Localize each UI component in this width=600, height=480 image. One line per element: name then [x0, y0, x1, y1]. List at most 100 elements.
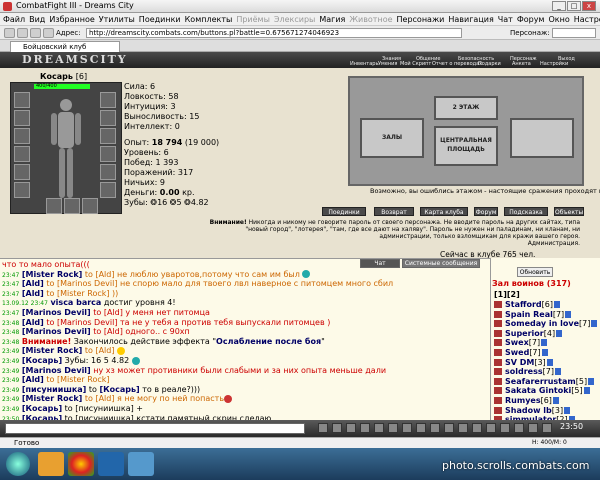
top-link-secondary[interactable]: Анкета	[512, 61, 531, 67]
player-name[interactable]: Swex	[505, 338, 529, 347]
game-button[interactable]: Объекты	[554, 207, 584, 216]
player-name[interactable]: Stafford	[505, 300, 542, 309]
map-room-right[interactable]	[510, 118, 574, 158]
info-icon[interactable]	[583, 387, 590, 395]
player-item[interactable]: Shadow lb[3]	[494, 406, 571, 415]
toolbar-icon[interactable]	[514, 423, 524, 433]
player-name[interactable]: Swed	[505, 348, 529, 357]
menu-item[interactable]: Настройки	[574, 15, 600, 24]
top-link-secondary[interactable]: Инвентарь	[350, 61, 378, 67]
character-name[interactable]: Косарь [6]	[40, 72, 87, 81]
player-name[interactable]: Shadow lb	[505, 406, 552, 415]
back-icon[interactable]	[4, 28, 15, 38]
toolbar-icon[interactable]	[444, 423, 454, 433]
menu-item[interactable]: Комплекты	[185, 15, 233, 24]
info-icon[interactable]	[554, 368, 561, 376]
minimize-button[interactable]: _	[552, 1, 566, 11]
equipment-slot[interactable]	[14, 128, 30, 144]
menu-item[interactable]: Персонажи	[397, 15, 445, 24]
player-item[interactable]: Someday in love[7]	[494, 319, 598, 328]
taskbar-chrome-icon[interactable]	[68, 452, 94, 476]
toolbar-icon[interactable]	[528, 423, 538, 433]
equipment-slot[interactable]	[100, 92, 116, 108]
pages[interactable]: [1][2]	[494, 290, 520, 299]
player-item[interactable]: soldress[7]	[494, 367, 561, 376]
info-icon[interactable]	[552, 397, 559, 404]
player-item[interactable]: SV DM[3]	[494, 358, 553, 367]
toolbar-icon[interactable]	[318, 423, 328, 433]
equipment-slot[interactable]	[100, 164, 116, 180]
toolbar-icon[interactable]	[360, 423, 370, 433]
info-icon[interactable]	[553, 301, 560, 308]
equipment-slot[interactable]	[100, 182, 116, 198]
equipment-slot[interactable]	[14, 92, 30, 108]
map-room-central[interactable]: ЦЕНТРАЛЬНАЯ ПЛОЩАДЬ	[434, 126, 498, 166]
top-link-secondary[interactable]: Подарки	[478, 61, 501, 67]
menu-item[interactable]: Чат	[498, 15, 513, 24]
toolbar-icon[interactable]	[346, 423, 356, 433]
info-icon[interactable]	[556, 329, 563, 337]
player-item[interactable]: Seafarerrustam[5]	[494, 377, 595, 386]
info-icon[interactable]	[588, 377, 595, 385]
toolbar-icon[interactable]	[486, 423, 496, 433]
toolbar-icon[interactable]	[416, 423, 426, 433]
player-item[interactable]: Swed[7]	[494, 348, 548, 357]
menu-item[interactable]: Навигация	[448, 15, 493, 24]
player-item[interactable]: Stafford[6]	[494, 300, 560, 309]
player-name[interactable]: soldress	[505, 367, 543, 376]
menu-item[interactable]: Избранное	[49, 15, 94, 24]
player-name[interactable]: Superior	[505, 329, 544, 338]
player-item[interactable]: Swex[7]	[494, 338, 548, 347]
top-link-secondary[interactable]: Мой Скрипт	[400, 61, 431, 67]
close-button[interactable]: x	[582, 1, 596, 11]
home-icon[interactable]	[43, 28, 54, 38]
menu-item[interactable]: Форум	[517, 15, 545, 24]
start-button[interactable]	[6, 452, 30, 476]
equipment-slot[interactable]	[100, 128, 116, 144]
menu-item[interactable]: Магия	[319, 15, 345, 24]
equipment-slot[interactable]	[100, 146, 116, 162]
equipment-slot[interactable]	[14, 146, 30, 162]
taskbar-combats-icon[interactable]	[128, 452, 154, 476]
menu-item[interactable]: Элексиры	[274, 15, 315, 24]
taskbar-app-icon[interactable]	[98, 452, 124, 476]
forward-icon[interactable]	[17, 28, 28, 38]
game-button[interactable]: Возврат	[374, 207, 414, 216]
game-button[interactable]: Карта клуба	[420, 207, 468, 216]
info-icon[interactable]	[564, 406, 571, 414]
menu-item[interactable]: Файл	[3, 15, 25, 24]
player-name[interactable]: Someday in love	[505, 319, 579, 328]
equipment-slot[interactable]	[14, 110, 30, 126]
top-link-secondary[interactable]: Отчет о переводах	[432, 61, 482, 67]
toolbar-icon[interactable]	[458, 423, 468, 433]
player-name[interactable]: SV DM	[505, 358, 534, 367]
toolbar-icon[interactable]	[332, 423, 342, 433]
maximize-button[interactable]: □	[567, 1, 581, 11]
player-item[interactable]: Superior[4]	[494, 329, 563, 338]
equipment-slot[interactable]	[100, 110, 116, 126]
toolbar-icon[interactable]	[542, 423, 552, 433]
toolbar-icon[interactable]	[388, 423, 398, 433]
info-icon[interactable]	[591, 320, 598, 328]
map-room-2-floor[interactable]: 2 ЭТАЖ	[434, 96, 498, 120]
tab-chat[interactable]: Чат	[360, 259, 400, 268]
info-icon[interactable]	[565, 310, 572, 318]
game-button[interactable]: Форум	[474, 207, 498, 216]
player-name[interactable]: Spain Real	[505, 310, 553, 319]
player-name[interactable]: Sakata Gintoki	[505, 386, 571, 395]
top-link-secondary[interactable]: Настройки	[540, 61, 568, 67]
address-input[interactable]: http://dreamscity.combats.com/buttons.pl…	[86, 28, 462, 38]
tab-system[interactable]: Системные сообщения	[402, 259, 480, 268]
map-room-halls[interactable]: ЗАЛЫ	[360, 118, 424, 158]
search-input[interactable]	[552, 28, 596, 38]
menu-item[interactable]: Утилиты	[99, 15, 135, 24]
menu-item[interactable]: Окно	[548, 15, 569, 24]
player-item[interactable]: Rumyes[6]	[494, 396, 559, 405]
refresh-icon[interactable]	[30, 28, 41, 38]
menu-item[interactable]: Животное	[349, 15, 392, 24]
chat-nick[interactable]: Ослабление после боя	[216, 337, 321, 346]
info-icon[interactable]	[546, 358, 553, 366]
equipment-slot[interactable]	[14, 164, 30, 180]
toolbar-icon[interactable]	[374, 423, 384, 433]
menu-item[interactable]: Поединки	[139, 15, 181, 24]
